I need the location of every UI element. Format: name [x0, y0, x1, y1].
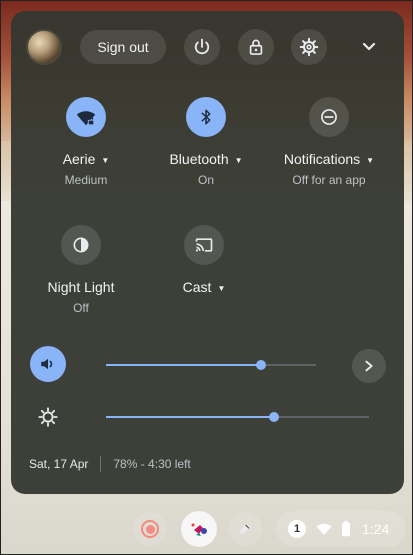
- brightness-icon: [38, 407, 58, 427]
- tile-notifications[interactable]: Notifications ▼ Off for an app: [269, 97, 389, 187]
- night-light-status: Off: [73, 301, 89, 315]
- wifi-network-name: Aerie: [62, 151, 96, 167]
- app-logo-icon: [182, 512, 216, 546]
- cast-icon: [195, 238, 213, 252]
- screen-record-button[interactable]: [133, 512, 167, 546]
- mute-button[interactable]: [30, 346, 66, 382]
- night-light-toggle[interactable]: [61, 225, 101, 265]
- divider: [100, 456, 102, 472]
- volume-icon: [41, 358, 53, 370]
- brightness-fill: [106, 416, 275, 418]
- wifi-toggle[interactable]: [66, 97, 106, 137]
- tile-night-light[interactable]: Night Light Off: [21, 225, 141, 315]
- collapse-button[interactable]: [357, 35, 381, 59]
- caret-down-icon: ▼: [101, 155, 110, 165]
- tile-wifi[interactable]: Aerie ▼ Medium: [26, 97, 146, 187]
- wifi-lock-icon: [76, 111, 96, 126]
- night-light-label: Night Light: [47, 279, 115, 295]
- tile-bluetooth[interactable]: Bluetooth ▼ On: [146, 97, 266, 187]
- caret-down-icon: ▼: [366, 155, 375, 165]
- audio-settings-button[interactable]: [352, 349, 386, 383]
- notifications-name: Notifications: [283, 151, 361, 167]
- volume-fill: [106, 364, 262, 366]
- bluetooth-label[interactable]: Bluetooth ▼: [146, 151, 266, 167]
- notifications-status: Off for an app: [292, 173, 366, 187]
- status-tray[interactable]: 1 1:24: [276, 511, 406, 547]
- tile-cast[interactable]: Cast ▼: [144, 225, 264, 295]
- date-label[interactable]: Sat, 17 Apr: [29, 457, 88, 471]
- caret-down-icon: ▼: [234, 155, 243, 165]
- night-light-icon: [73, 237, 89, 253]
- gear-icon: [299, 37, 319, 57]
- battery-status: 78% - 4:30 left: [113, 457, 191, 471]
- pen-icon: [240, 523, 251, 534]
- settings-button[interactable]: [291, 29, 327, 65]
- status-footer: Sat, 17 Apr 78% - 4:30 left: [29, 456, 191, 472]
- record-icon: [141, 520, 159, 538]
- brightness-thumb[interactable]: [269, 412, 280, 422]
- wifi-strength: Medium: [64, 173, 108, 187]
- power-icon: [194, 38, 210, 55]
- volume-thumb[interactable]: [256, 360, 267, 370]
- brightness-slider[interactable]: [106, 409, 369, 425]
- chevron-down-icon: [362, 42, 376, 51]
- bluetooth-status: On: [197, 173, 214, 187]
- bluetooth-icon: [201, 109, 211, 125]
- clock-time: 1:24: [362, 521, 390, 537]
- battery-icon: [342, 521, 350, 537]
- notifications-label[interactable]: Notifications ▼: [269, 151, 389, 167]
- notifications-toggle[interactable]: [309, 97, 349, 137]
- cast-label[interactable]: Cast ▼: [144, 279, 264, 295]
- avatar[interactable]: [26, 29, 62, 65]
- sign-out-button[interactable]: Sign out: [80, 30, 166, 64]
- caret-down-icon: ▼: [217, 283, 226, 293]
- brightness-button: [30, 399, 66, 435]
- lock-button[interactable]: [238, 29, 274, 65]
- do-not-disturb-icon: [321, 109, 337, 125]
- wifi-icon: [316, 523, 332, 535]
- notification-count-badge: 1: [288, 520, 306, 538]
- bluetooth-name: Bluetooth: [169, 151, 229, 167]
- power-button[interactable]: [184, 29, 220, 65]
- bluetooth-toggle[interactable]: [186, 97, 226, 137]
- quick-settings-panel: Sign out Aerie ▼ Medium Bluetooth ▼ On N…: [11, 11, 404, 494]
- cast-toggle[interactable]: [184, 225, 224, 265]
- volume-slider[interactable]: [106, 357, 316, 373]
- chevron-right-icon: [365, 360, 373, 372]
- stylus-tools-button[interactable]: [228, 512, 262, 546]
- wifi-network-label[interactable]: Aerie ▼: [26, 151, 146, 167]
- cast-name: Cast: [182, 279, 212, 295]
- app-icon[interactable]: [181, 511, 217, 547]
- lock-icon: [249, 39, 263, 55]
